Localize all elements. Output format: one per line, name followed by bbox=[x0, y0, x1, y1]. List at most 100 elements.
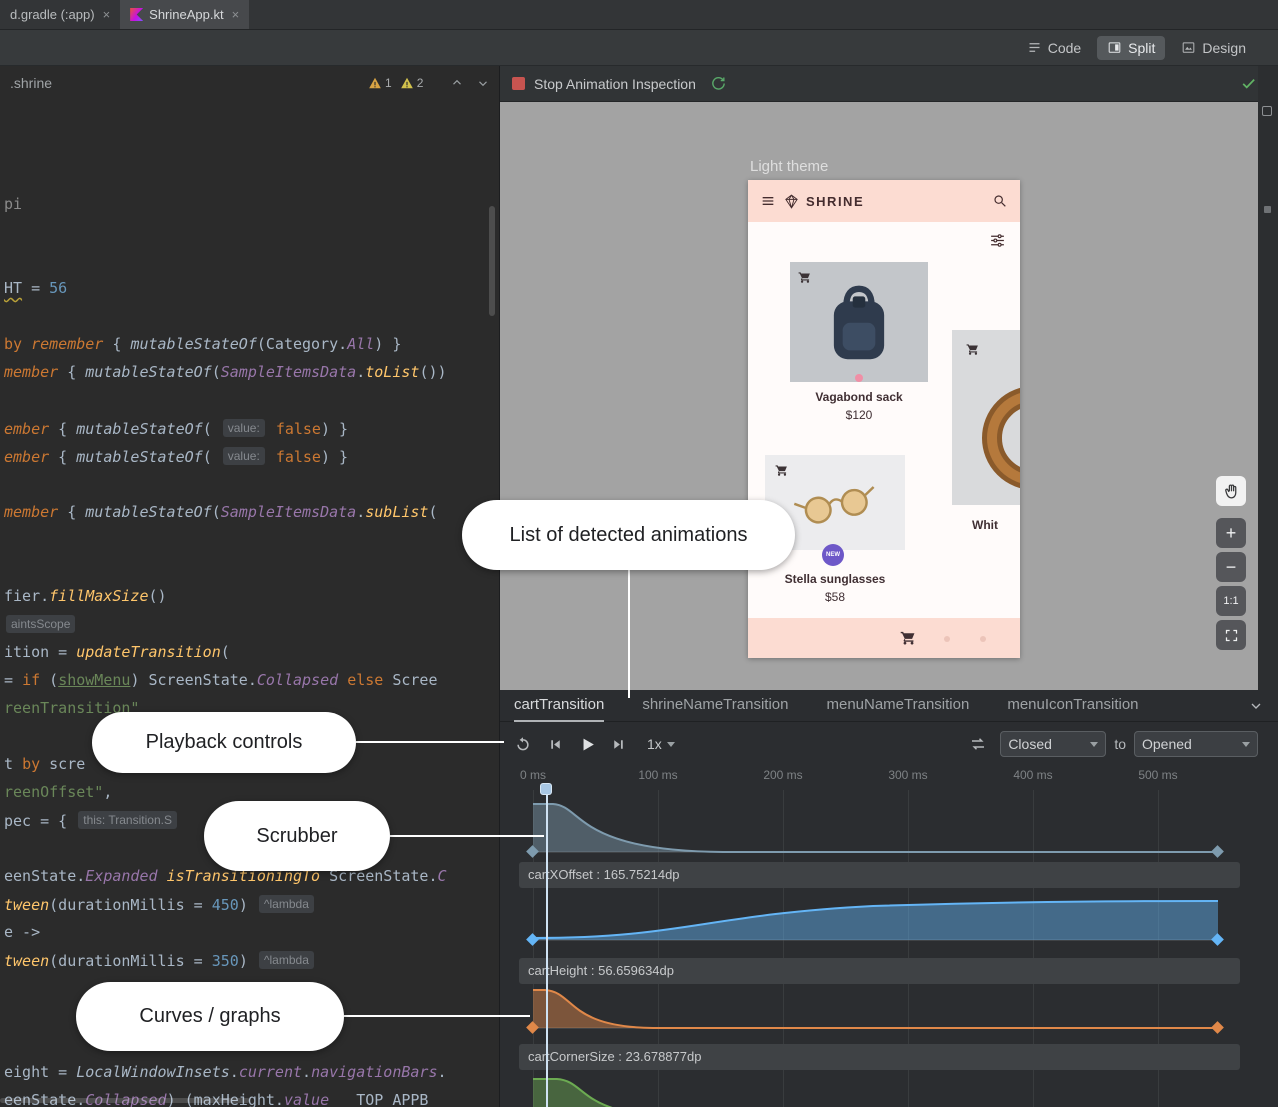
zoom-out-button[interactable]: − bbox=[1216, 552, 1246, 582]
code-token: fillMaxSize bbox=[49, 587, 148, 605]
close-icon[interactable]: × bbox=[103, 8, 111, 21]
code-line[interactable]: eenState.Collapsed) (maxHeight.value TOP… bbox=[4, 1086, 428, 1107]
breadcrumb[interactable]: .shrine bbox=[10, 75, 52, 91]
backpack-image bbox=[821, 280, 897, 368]
zoom-actual-button[interactable]: 1:1 bbox=[1216, 586, 1246, 616]
error-triangle-icon bbox=[368, 76, 382, 90]
animation-tab-shrineNameTransition[interactable]: shrineNameTransition bbox=[642, 690, 788, 722]
right-gutter bbox=[1258, 66, 1278, 690]
product-name: Vagabond sack bbox=[790, 390, 928, 404]
mode-split-label: Split bbox=[1128, 40, 1155, 56]
code-line[interactable]: eight = LocalWindowInsets.current.naviga… bbox=[4, 1058, 447, 1086]
mode-code-button[interactable]: Code bbox=[1017, 36, 1091, 60]
code-line[interactable]: t by scre bbox=[4, 750, 85, 778]
to-state-dropdown[interactable]: Opened bbox=[1134, 731, 1258, 757]
play-button[interactable] bbox=[578, 735, 597, 754]
code-token: { bbox=[49, 420, 76, 438]
horizontal-scrollbar[interactable] bbox=[0, 1098, 250, 1103]
code-line[interactable]: tween(durationMillis = 450) ^lambda bbox=[4, 890, 316, 918]
code-line[interactable]: member { mutableStateOf(SampleItemsData.… bbox=[4, 498, 438, 526]
zoom-in-button[interactable]: + bbox=[1216, 518, 1246, 548]
next-issue-chevron-down-icon[interactable] bbox=[476, 76, 490, 90]
from-state-dropdown[interactable]: Closed bbox=[1000, 731, 1106, 757]
code-token: toList bbox=[365, 363, 419, 381]
animation-tab-menuNameTransition[interactable]: menuNameTransition bbox=[826, 690, 969, 722]
code-token: false bbox=[276, 420, 321, 438]
animation-curve bbox=[500, 888, 1245, 958]
code-line[interactable]: aintsScope bbox=[4, 610, 77, 638]
code-line[interactable]: tween(durationMillis = 350) ^lambda bbox=[4, 946, 316, 974]
code-token: mutableStateOf bbox=[85, 363, 211, 381]
code-line[interactable]: ember { mutableStateOf( value: false) } bbox=[4, 414, 348, 442]
refresh-icon[interactable] bbox=[710, 75, 727, 92]
belt-image bbox=[974, 378, 1020, 498]
code-area[interactable]: pi HT = 56 by remember { mutableStateOf(Ca… bbox=[0, 106, 499, 1107]
code-line[interactable]: ember { mutableStateOf( value: false) } bbox=[4, 442, 348, 470]
inlay-hint: aintsScope bbox=[6, 615, 75, 633]
editor-breadcrumb-bar: .shrine 1 2 bbox=[0, 66, 499, 100]
animation-curve-row bbox=[500, 1070, 1245, 1107]
curve-value-label: cartHeight : 56.659634dp bbox=[519, 958, 1240, 984]
cart-item-dot bbox=[944, 636, 950, 642]
code-line[interactable]: = if (showMenu) ScreenState.Collapsed el… bbox=[4, 666, 438, 694]
code-line[interactable]: e -> bbox=[4, 918, 40, 946]
callout-playback-controls: Playback controls bbox=[92, 712, 356, 773]
code-line[interactable]: fier.fillMaxSize() bbox=[4, 582, 167, 610]
code-token: tween bbox=[4, 896, 49, 914]
callout-connector bbox=[344, 1015, 530, 1017]
speed-selector[interactable]: 1x bbox=[647, 736, 675, 752]
skip-to-end-button[interactable] bbox=[610, 736, 627, 753]
code-token: showMenu bbox=[58, 671, 130, 689]
code-editor[interactable]: .shrine 1 2 pi HT = 56 by remember { mutab… bbox=[0, 66, 500, 1107]
code-line[interactable]: by remember { mutableStateOf(Category.Al… bbox=[4, 330, 401, 358]
skip-to-start-button[interactable] bbox=[547, 736, 564, 753]
skip-start-icon bbox=[547, 736, 564, 753]
code-line[interactable]: pec = { this: Transition.S bbox=[4, 806, 179, 834]
vertical-scrollbar[interactable] bbox=[489, 206, 495, 316]
plus-icon: + bbox=[1226, 523, 1237, 544]
scrubber-line[interactable] bbox=[546, 786, 548, 1107]
warning-triangle-icon bbox=[400, 76, 414, 90]
product-price: $120 bbox=[790, 408, 928, 422]
code-token: member bbox=[4, 363, 58, 381]
preview-theme-label: Light theme bbox=[750, 158, 828, 175]
code-token: if bbox=[22, 671, 40, 689]
pan-button[interactable] bbox=[1216, 476, 1246, 506]
brand-diamond-icon bbox=[783, 193, 800, 210]
code-token: Scree bbox=[383, 671, 437, 689]
code-token: tween bbox=[4, 952, 49, 970]
code-line[interactable]: reenOffset", bbox=[4, 778, 112, 806]
restart-button[interactable] bbox=[514, 735, 532, 753]
code-token: 450 bbox=[212, 896, 239, 914]
tabs-overflow-chevron-down-icon[interactable] bbox=[1248, 698, 1264, 714]
code-line[interactable]: pi bbox=[4, 190, 22, 218]
sunglasses-image bbox=[790, 476, 882, 533]
code-token: 350 bbox=[212, 952, 239, 970]
fit-screen-icon bbox=[1224, 628, 1239, 643]
scrubber-handle[interactable] bbox=[540, 783, 552, 795]
tab-shrineapp-kt[interactable]: ShrineApp.kt × bbox=[120, 0, 249, 29]
code-line[interactable]: HT = 56 bbox=[4, 274, 67, 302]
tab-gradle-file[interactable]: d.gradle (:app) × bbox=[0, 0, 120, 29]
callout-connector bbox=[628, 568, 630, 698]
stop-animation-label[interactable]: Stop Animation Inspection bbox=[534, 76, 696, 92]
code-line[interactable]: ition = updateTransition( bbox=[4, 638, 230, 666]
animation-tab-menuIconTransition[interactable]: menuIconTransition bbox=[1007, 690, 1138, 722]
code-token: ember bbox=[4, 448, 49, 466]
code-icon bbox=[1027, 40, 1042, 55]
stop-icon[interactable] bbox=[512, 77, 525, 90]
swap-states-button[interactable] bbox=[969, 735, 987, 753]
prev-issue-chevron-up-icon[interactable] bbox=[450, 76, 464, 90]
shrine-app-preview: SHRINE Vagabond sack $120 Whit bbox=[748, 180, 1020, 658]
close-icon[interactable]: × bbox=[232, 8, 240, 21]
zoom-fit-button[interactable] bbox=[1216, 620, 1246, 650]
inspections-widget[interactable]: 1 2 bbox=[368, 76, 423, 90]
animation-tabs: cartTransition shrineNameTransition menuNa… bbox=[500, 690, 1278, 722]
code-token: . bbox=[356, 363, 365, 381]
animation-tab-cartTransition[interactable]: cartTransition bbox=[514, 690, 604, 722]
one-to-one-label: 1:1 bbox=[1223, 595, 1238, 607]
product-image-backpack bbox=[790, 262, 928, 382]
code-line[interactable]: member { mutableStateOf(SampleItemsData.… bbox=[4, 358, 447, 386]
mode-split-button[interactable]: Split bbox=[1097, 36, 1165, 60]
mode-design-button[interactable]: Design bbox=[1171, 36, 1256, 60]
